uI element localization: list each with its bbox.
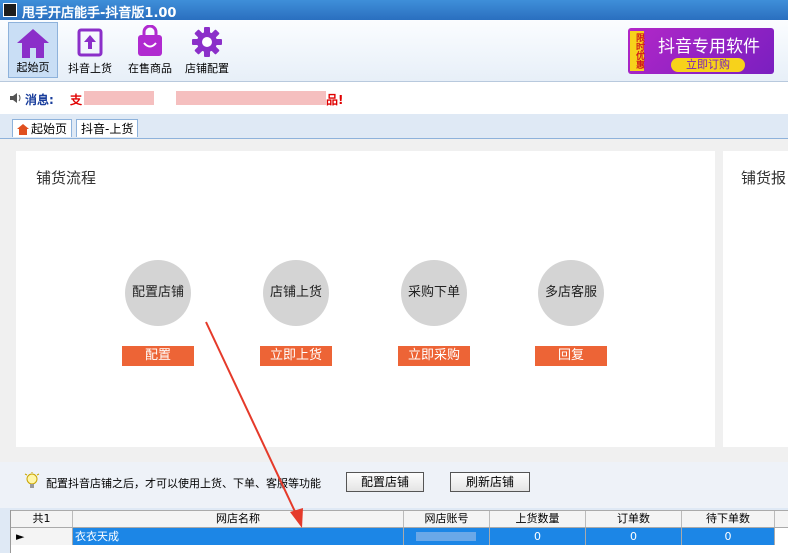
step-purchase-order: 采购下单: [401, 260, 467, 326]
redacted-region: [176, 91, 326, 105]
message-text-end: 品!: [326, 93, 344, 107]
shop-grid: 共1 网店名称 网店账号 上货数量 订单数 待下单数 ► 衣衣天成 0 0 0: [10, 510, 788, 553]
flow-panel: 铺货流程 配置店铺 配置 店铺上货 立即上货 采购下单 立即采购 多店客服 回复: [16, 151, 715, 447]
toolbar-home-button[interactable]: 起始页: [8, 22, 58, 78]
promo-title: 抖音专用软件: [658, 37, 760, 57]
message-text: 支: [70, 93, 83, 107]
order-now-button[interactable]: 立即订购: [671, 58, 745, 72]
home-icon: [17, 29, 49, 58]
step-config-shop: 配置店铺: [125, 260, 191, 326]
app-icon: [3, 3, 17, 17]
refresh-shop-button[interactable]: 刷新店铺: [450, 472, 530, 492]
purchase-now-button[interactable]: 立即采购: [398, 346, 470, 366]
promo-tag: 限时优惠: [630, 31, 644, 71]
speaker-icon: [10, 93, 21, 103]
hint-bar: 配置抖音店铺之后，才可以使用上货、下单、客服等功能 配置店铺 刷新店铺: [0, 462, 788, 508]
redacted-region: [416, 532, 476, 541]
upload-box-icon: [77, 28, 103, 57]
configure-shop-button[interactable]: 配置店铺: [346, 472, 424, 492]
toolbar-shop-config-button[interactable]: 店铺配置: [182, 22, 232, 78]
grid-header: 共1 网店名称 网店账号 上货数量 订单数 待下单数: [11, 510, 788, 528]
main-canvas: 铺货流程 配置店铺 配置 店铺上货 立即上货 采购下单 立即采购 多店客服 回复…: [0, 139, 788, 493]
upload-now-button[interactable]: 立即上货: [260, 346, 332, 366]
step-multi-shop-service: 多店客服: [538, 260, 604, 326]
window-title: 甩手开店能手-抖音版1.00: [22, 6, 177, 21]
report-panel: 铺货报: [723, 151, 788, 447]
cell-upload-count[interactable]: 0: [490, 528, 586, 545]
home-icon: [17, 124, 29, 135]
cell-pending-count[interactable]: 0: [682, 528, 775, 545]
title-bar: 甩手开店能手-抖音版1.00: [0, 0, 788, 21]
grid-count: 共1: [11, 511, 73, 527]
column-shop-name[interactable]: 网店名称: [73, 511, 404, 527]
table-row[interactable]: ► 衣衣天成 0 0 0: [11, 528, 788, 545]
column-upload-count[interactable]: 上货数量: [490, 511, 586, 527]
redacted-region: [84, 91, 154, 105]
configure-button[interactable]: 配置: [122, 346, 194, 366]
message-bar: 消息: 支 品!: [0, 82, 788, 114]
toolbar-upload-button[interactable]: 抖音上货: [64, 22, 116, 78]
column-pending-count[interactable]: 待下单数: [682, 511, 775, 527]
row-indicator: ►: [11, 528, 73, 545]
lightbulb-icon: [24, 472, 40, 488]
flow-title: 铺货流程: [36, 169, 97, 187]
shopping-bag-icon: [138, 25, 162, 56]
promo-banner[interactable]: 限时优惠 抖音专用软件 立即订购: [628, 28, 774, 74]
cell-shop-account[interactable]: [404, 528, 490, 545]
gear-icon: [192, 27, 222, 57]
reply-button[interactable]: 回复: [535, 346, 607, 366]
report-title: 铺货报: [741, 169, 787, 187]
toolbar-upload-label: 抖音上货: [68, 62, 112, 75]
tab-start-page-label: 起始页: [31, 122, 68, 136]
tab-strip: 起始页 抖音-上货: [0, 116, 788, 139]
toolbar-shop-config-label: 店铺配置: [185, 62, 229, 75]
cell-order-count[interactable]: 0: [586, 528, 682, 545]
step-shop-upload: 店铺上货: [263, 260, 329, 326]
message-label: 消息:: [25, 93, 54, 107]
tab-douyin-upload-label: 抖音-上货: [81, 122, 134, 136]
toolbar-home-label: 起始页: [16, 61, 50, 74]
tab-start-page[interactable]: 起始页: [12, 119, 73, 137]
column-shop-account[interactable]: 网店账号: [404, 511, 490, 527]
cell-shop-name[interactable]: 衣衣天成: [73, 528, 404, 545]
tab-douyin-upload[interactable]: 抖音-上货: [76, 119, 139, 137]
column-order-count[interactable]: 订单数: [586, 511, 682, 527]
toolbar-onsale-button[interactable]: 在售商品: [122, 22, 178, 78]
hint-text: 配置抖音店铺之后，才可以使用上货、下单、客服等功能: [46, 477, 321, 490]
toolbar-onsale-label: 在售商品: [128, 62, 172, 75]
